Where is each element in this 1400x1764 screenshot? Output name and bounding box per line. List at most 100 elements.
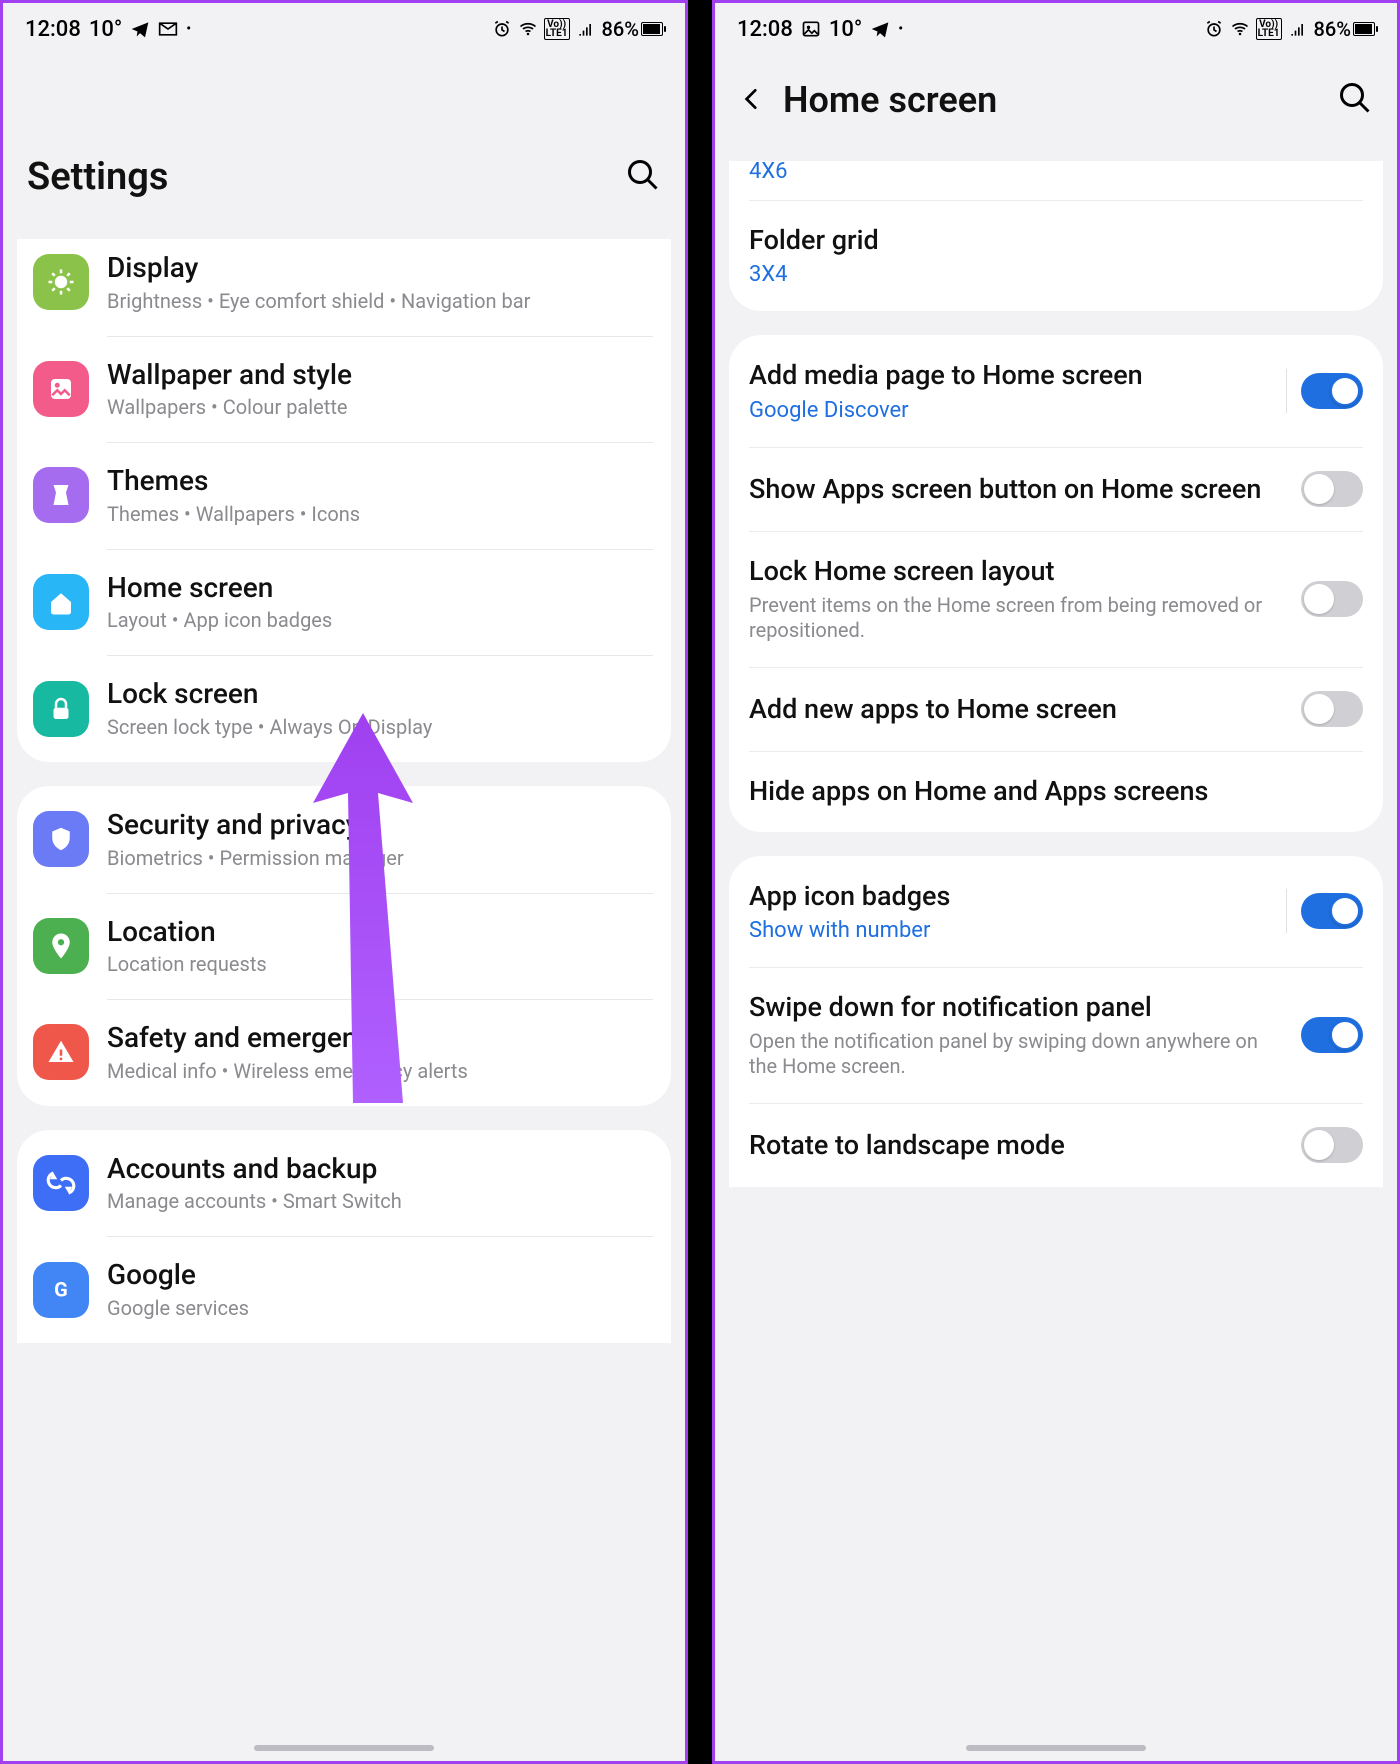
status-bar: 12:08 10° • Vo))LTE1 86% — [715, 3, 1397, 55]
status-temp: 10° — [89, 17, 122, 42]
settings-item-subtitle: Themes • Wallpapers • Icons — [107, 502, 655, 527]
list-item[interactable]: Swipe down for notification panel Open th… — [729, 967, 1383, 1103]
status-bar: 12:08 10° • Vo))LTE1 86% — [3, 3, 685, 55]
list-item-title: Add media page to Home screen — [749, 359, 1272, 391]
signal-icon — [1288, 19, 1308, 39]
settings-item-title: Lock screen — [107, 677, 655, 711]
location-icon — [33, 918, 89, 974]
list-item-title: Lock Home screen layout — [749, 555, 1287, 587]
settings-item-title: Google — [107, 1258, 655, 1292]
toggle-switch[interactable] — [1301, 691, 1363, 727]
phone-left: 12:08 10° • Vo))LTE1 86% Settings Displa… — [0, 0, 688, 1764]
toggle-separator — [1286, 889, 1287, 933]
list-item-title: Hide apps on Home and Apps screens — [749, 775, 1363, 807]
list-item[interactable]: Add new apps to Home screen — [729, 667, 1383, 751]
toggle-switch[interactable] — [1301, 1017, 1363, 1053]
settings-item-home[interactable]: Home screen Layout • App icon badges — [17, 549, 671, 656]
battery-indicator: 86% — [1314, 17, 1375, 41]
page-header: Home screen — [715, 55, 1397, 161]
list-item[interactable]: 4X6 — [729, 161, 1383, 200]
settings-item-google[interactable]: G Google Google services — [17, 1236, 671, 1343]
settings-item-title: Home screen — [107, 571, 655, 605]
list-item-title: Add new apps to Home screen — [749, 693, 1287, 725]
list-item-description: Open the notification panel by swiping d… — [749, 1029, 1287, 1079]
settings-item-subtitle: Wallpapers • Colour palette — [107, 395, 655, 420]
mail-icon — [158, 19, 178, 39]
status-temp: 10° — [829, 17, 862, 42]
settings-item-shield[interactable]: Security and privacy Biometrics • Permiss… — [17, 786, 671, 893]
page-header: Settings — [3, 55, 685, 239]
settings-item-title: Themes — [107, 464, 655, 498]
status-time: 12:08 — [25, 17, 81, 42]
list-item-description: Prevent items on the Home screen from be… — [749, 593, 1287, 643]
settings-item-subtitle: Manage accounts • Smart Switch — [107, 1189, 655, 1214]
list-item[interactable]: Rotate to landscape mode — [729, 1103, 1383, 1187]
emergency-icon — [33, 1024, 89, 1080]
page-title: Settings — [27, 155, 609, 199]
google-icon: G — [33, 1262, 89, 1318]
search-icon[interactable] — [1337, 80, 1373, 120]
signal-icon — [576, 19, 596, 39]
settings-item-display[interactable]: Display Brightness • Eye comfort shield •… — [17, 239, 671, 336]
volte-icon: Vo))LTE1 — [544, 18, 570, 40]
image-icon — [801, 19, 821, 39]
settings-item-subtitle: Screen lock type • Always On Display — [107, 715, 655, 740]
volte-icon: Vo))LTE1 — [1256, 18, 1282, 40]
home-screen-list: 4X6 Folder grid 3X4 Add media page to Ho… — [715, 161, 1397, 1761]
backup-icon — [33, 1155, 89, 1211]
gesture-bar — [966, 1745, 1146, 1751]
svg-text:G: G — [54, 1277, 68, 1301]
settings-item-lock[interactable]: Lock screen Screen lock type • Always On … — [17, 655, 671, 762]
settings-item-wallpaper[interactable]: Wallpaper and styleWallpapers • Colour p… — [17, 336, 671, 443]
shield-icon — [33, 811, 89, 867]
list-item[interactable]: App icon badgesShow with number — [729, 856, 1383, 967]
list-item-subtitle: Google Discover — [749, 398, 1272, 423]
settings-item-subtitle: Location requests — [107, 952, 655, 977]
toggle-separator — [1286, 369, 1287, 413]
alarm-icon — [492, 19, 512, 39]
settings-item-subtitle: Biometrics • Permission manager — [107, 846, 655, 871]
settings-item-title: Display — [107, 251, 655, 285]
list-item[interactable]: Hide apps on Home and Apps screens — [729, 751, 1383, 831]
toggle-switch[interactable] — [1301, 893, 1363, 929]
themes-icon — [33, 467, 89, 523]
list-item[interactable]: Show Apps screen button on Home screen — [729, 447, 1383, 531]
settings-item-themes[interactable]: Themes Themes • Wallpapers • Icons — [17, 442, 671, 549]
settings-item-location[interactable]: LocationLocation requests — [17, 893, 671, 1000]
back-button[interactable] — [739, 79, 767, 121]
settings-item-subtitle: Medical info • Wireless emergency alerts — [107, 1059, 655, 1084]
home-icon — [33, 574, 89, 630]
settings-item-title: Safety and emergency — [107, 1021, 655, 1055]
list-item-title: Rotate to landscape mode — [749, 1129, 1287, 1161]
display-icon — [33, 254, 89, 310]
toggle-switch[interactable] — [1301, 581, 1363, 617]
toggle-switch[interactable] — [1301, 373, 1363, 409]
settings-item-title: Security and privacy — [107, 808, 655, 842]
toggle-switch[interactable] — [1301, 471, 1363, 507]
settings-item-subtitle: Google services — [107, 1296, 655, 1321]
list-item-title: Show Apps screen button on Home screen — [749, 473, 1287, 505]
page-title: Home screen — [783, 79, 1321, 121]
settings-item-subtitle: Brightness • Eye comfort shield • Naviga… — [107, 289, 655, 314]
gesture-bar — [254, 1745, 434, 1751]
status-dot: • — [898, 21, 903, 37]
telegram-icon — [870, 19, 890, 39]
wifi-icon — [1230, 19, 1250, 39]
search-icon[interactable] — [625, 157, 661, 197]
list-item-title: Swipe down for notification panel — [749, 991, 1287, 1023]
settings-item-title: Accounts and backup — [107, 1152, 655, 1186]
list-item[interactable]: Lock Home screen layout Prevent items on … — [729, 531, 1383, 667]
lock-icon — [33, 681, 89, 737]
battery-indicator: 86% — [602, 17, 663, 41]
list-item-folder-grid[interactable]: Folder grid 3X4 — [729, 200, 1383, 311]
list-item-subtitle: Show with number — [749, 918, 1272, 943]
list-item[interactable]: Add media page to Home screen Google Disc… — [729, 335, 1383, 446]
toggle-switch[interactable] — [1301, 1127, 1363, 1163]
settings-item-backup[interactable]: Accounts and backup Manage accounts • Sma… — [17, 1130, 671, 1237]
phone-right: 12:08 10° • Vo))LTE1 86% Home screen — [712, 0, 1400, 1764]
wallpaper-icon — [33, 361, 89, 417]
grid-value: 4X6 — [749, 161, 1363, 184]
settings-item-subtitle: Layout • App icon badges — [107, 608, 655, 633]
settings-item-emergency[interactable]: Safety and emergency Medical info • Wirel… — [17, 999, 671, 1106]
status-time: 12:08 — [737, 17, 793, 42]
